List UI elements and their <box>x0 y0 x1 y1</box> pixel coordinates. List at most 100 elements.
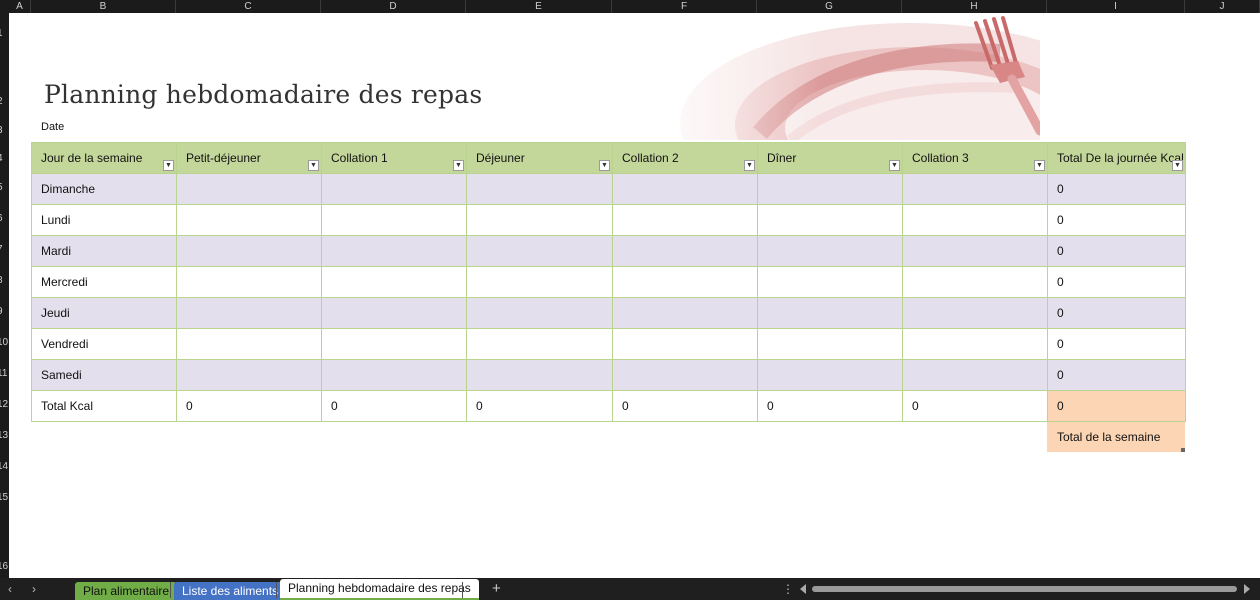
day-total-cell[interactable]: 0 <box>1047 204 1186 236</box>
meal-cell[interactable] <box>902 235 1048 267</box>
tab-liste-des-aliments[interactable]: Liste des aliments <box>174 582 287 600</box>
meal-cell[interactable] <box>612 173 758 205</box>
meal-cell[interactable] <box>612 359 758 391</box>
meal-cell[interactable] <box>321 328 467 360</box>
meal-cell[interactable] <box>176 266 322 298</box>
column-header-h[interactable]: H <box>902 0 1047 13</box>
meal-total-cell[interactable]: 0 <box>321 390 467 422</box>
row-number[interactable]: 10 <box>0 337 9 349</box>
meal-total-cell[interactable]: 0 <box>612 390 758 422</box>
row-number[interactable]: 4 <box>0 153 9 165</box>
meal-cell[interactable] <box>321 359 467 391</box>
day-total-cell[interactable]: 0 <box>1047 328 1186 360</box>
row-number[interactable]: 5 <box>0 182 9 194</box>
meal-cell[interactable] <box>757 204 903 236</box>
meal-cell[interactable] <box>902 173 1048 205</box>
more-vertical-icon[interactable]: ⋮ <box>782 578 794 600</box>
meal-cell[interactable] <box>612 204 758 236</box>
filter-dropdown-icon[interactable]: ▼ <box>1034 160 1045 171</box>
header-cell[interactable]: Total De la journée Kcal ▼ <box>1047 142 1186 174</box>
filter-dropdown-icon[interactable]: ▼ <box>1172 160 1183 171</box>
meal-cell[interactable] <box>321 173 467 205</box>
meal-cell[interactable] <box>902 297 1048 329</box>
day-total-cell[interactable]: 0 <box>1047 235 1186 267</box>
meal-cell[interactable] <box>757 328 903 360</box>
tab-planning-hebdomadaire[interactable]: Planning hebdomadaire des repas <box>280 579 479 600</box>
meal-total-cell[interactable]: 0 <box>466 390 613 422</box>
row-number[interactable]: 1 <box>0 28 9 40</box>
row-number[interactable]: 12 <box>0 399 9 411</box>
meal-cell[interactable] <box>321 204 467 236</box>
column-header-j[interactable]: J <box>1185 0 1260 13</box>
row-number[interactable]: 2 <box>0 96 9 108</box>
header-cell[interactable]: Petit-déjeuner ▼ <box>176 142 322 174</box>
meal-cell[interactable] <box>466 359 613 391</box>
chevron-left-icon[interactable]: ‹ <box>8 578 12 600</box>
meal-cell[interactable] <box>466 328 613 360</box>
meal-cell[interactable] <box>902 328 1048 360</box>
meal-cell[interactable] <box>902 266 1048 298</box>
day-cell[interactable]: Dimanche <box>31 173 177 205</box>
day-total-cell[interactable]: 0 <box>1047 173 1186 205</box>
scroll-right-icon[interactable] <box>1244 584 1250 594</box>
chevron-right-icon[interactable]: › <box>32 578 36 600</box>
plus-icon[interactable]: + <box>492 578 501 600</box>
meal-cell[interactable] <box>176 297 322 329</box>
meal-total-cell[interactable]: 0 <box>902 390 1048 422</box>
filter-dropdown-icon[interactable]: ▼ <box>453 160 464 171</box>
meal-cell[interactable] <box>176 204 322 236</box>
day-cell[interactable]: Mardi <box>31 235 177 267</box>
meal-cell[interactable] <box>757 359 903 391</box>
row-number[interactable]: 7 <box>0 244 9 256</box>
horizontal-scrollbar[interactable] <box>812 586 1237 592</box>
row-number[interactable]: 15 <box>0 492 9 504</box>
row-number[interactable]: 6 <box>0 213 9 225</box>
row-number[interactable]: 8 <box>0 275 9 287</box>
column-header-b[interactable]: B <box>31 0 176 13</box>
meal-cell[interactable] <box>466 235 613 267</box>
meal-cell[interactable] <box>176 235 322 267</box>
scroll-left-icon[interactable] <box>800 584 806 594</box>
row-number[interactable]: 16 <box>0 561 9 573</box>
day-cell[interactable]: Samedi <box>31 359 177 391</box>
row-number[interactable]: 13 <box>0 430 9 442</box>
day-cell[interactable]: Jeudi <box>31 297 177 329</box>
header-cell[interactable]: Collation 2 ▼ <box>612 142 758 174</box>
day-cell[interactable]: Lundi <box>31 204 177 236</box>
filter-dropdown-icon[interactable]: ▼ <box>889 160 900 171</box>
meal-cell[interactable] <box>321 297 467 329</box>
week-total-label[interactable]: Total de la semaine <box>1047 422 1185 452</box>
row-number[interactable]: 3 <box>0 125 9 137</box>
meal-cell[interactable] <box>321 235 467 267</box>
filter-dropdown-icon[interactable]: ▼ <box>163 160 174 171</box>
column-header-g[interactable]: G <box>757 0 902 13</box>
row-number[interactable]: 11 <box>0 368 9 380</box>
meal-cell[interactable] <box>612 328 758 360</box>
meal-cell[interactable] <box>466 204 613 236</box>
meal-cell[interactable] <box>612 266 758 298</box>
header-cell[interactable]: Collation 3 ▼ <box>902 142 1048 174</box>
grand-total-cell[interactable]: 0 <box>1047 390 1186 422</box>
meal-cell[interactable] <box>612 235 758 267</box>
column-header-a[interactable]: A <box>9 0 31 13</box>
header-cell[interactable]: Collation 1 ▼ <box>321 142 467 174</box>
tab-plan-alimentaire[interactable]: Plan alimentaire <box>75 582 178 600</box>
meal-total-cell[interactable]: 0 <box>757 390 903 422</box>
meal-cell[interactable] <box>612 297 758 329</box>
column-header-c[interactable]: C <box>176 0 321 13</box>
meal-cell[interactable] <box>757 235 903 267</box>
day-cell[interactable]: Mercredi <box>31 266 177 298</box>
column-header-d[interactable]: D <box>321 0 466 13</box>
total-kcal-label[interactable]: Total Kcal <box>31 390 177 422</box>
meal-cell[interactable] <box>466 266 613 298</box>
column-header-e[interactable]: E <box>466 0 612 13</box>
filter-dropdown-icon[interactable]: ▼ <box>599 160 610 171</box>
header-cell[interactable]: Jour de la semaine ▼ <box>31 142 177 174</box>
day-total-cell[interactable]: 0 <box>1047 266 1186 298</box>
table-resize-handle[interactable] <box>1181 448 1185 452</box>
day-total-cell[interactable]: 0 <box>1047 359 1186 391</box>
meal-cell[interactable] <box>757 297 903 329</box>
meal-cell[interactable] <box>176 359 322 391</box>
meal-cell[interactable] <box>176 173 322 205</box>
meal-cell[interactable] <box>466 297 613 329</box>
